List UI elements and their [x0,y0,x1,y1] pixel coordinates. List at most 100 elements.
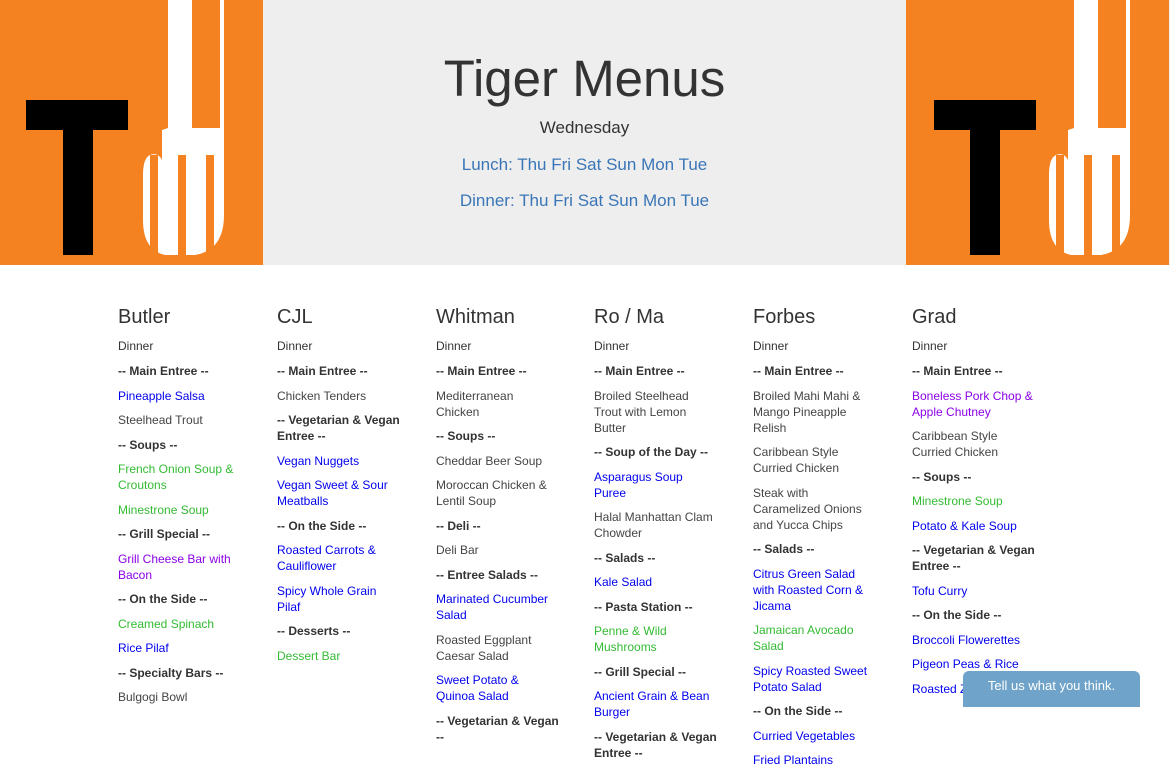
menu-item[interactable]: Rice Pilaf [118,640,241,656]
lunch-link-mon[interactable]: Mon [641,155,674,174]
meal-label: Dinner [753,339,789,353]
menu-section-heading: -- Vegetarian & Vegan Entree -- [594,729,717,760]
meal-label: Dinner [594,339,630,353]
menu-item[interactable]: Pineapple Salsa [118,388,241,404]
menu-section-heading: -- On the Side -- [753,704,843,718]
meal-label: Dinner [277,339,313,353]
meal-label: Dinner [436,339,472,353]
menu-item: Steelhead Trout [118,413,203,427]
lunch-link-sun[interactable]: Sun [606,155,636,174]
menu-section-heading: -- Specialty Bars -- [118,665,224,680]
menu-section-heading: -- Main Entree -- [277,364,368,378]
menu-section-heading: -- Salads -- [594,550,656,565]
lunch-link-thu[interactable]: Thu [517,155,546,174]
menu-item[interactable]: Kale Salad [594,574,717,590]
feedback-button[interactable]: Tell us what you think. [963,671,1140,707]
dinner-link-thu[interactable]: Thu [519,191,548,210]
menu-item[interactable]: Minestrone Soup [912,493,1035,509]
hall-column: Ro / Ma Dinner -- Main Entree -- Broiled St… [594,305,717,769]
hall-name: CJL [277,306,313,328]
dinner-link-sun[interactable]: Sun [608,191,638,210]
menu-item[interactable]: French Onion Soup & Croutons [118,461,241,493]
menu-section-heading: -- On the Side -- [277,518,367,533]
menu-item[interactable]: Spicy Whole Grain Pilaf [277,583,400,615]
menu-section-heading: -- Main Entree -- [118,364,209,378]
menu-item: Steak with Caramelized Onions and Yucca … [753,485,862,532]
menu-item[interactable]: Grill Cheese Bar with Bacon [118,551,241,583]
dinner-link-mon[interactable]: Mon [643,191,676,210]
menu-item[interactable]: Boneless Pork Chop & Apple Chutney [912,388,1035,420]
hall-name: Ro / Ma [594,306,665,328]
menu-item[interactable]: Pigeon Peas & Rice [912,656,1035,672]
menu-item[interactable]: Roasted Carrots & Cauliflower [277,542,400,574]
dinner-link-sat[interactable]: Sat [578,191,604,210]
hall-name: Butler [118,306,171,328]
menu-item: Caribbean Style Curried Chicken [753,445,840,475]
menu-item: Bulgogi Bowl [118,690,188,704]
hall-name: Forbes [753,306,816,328]
menu-item[interactable]: Vegan Sweet & Sour Meatballs [277,477,400,509]
hall-name: Whitman [436,306,515,328]
menu-section-heading: -- Vegetarian & Vegan -- [436,713,559,744]
menu-item: Deli Bar [436,543,479,557]
menu-item[interactable]: Jamaican Avocado Salad [753,622,876,654]
menu-item: Broiled Steelhead Trout with Lemon Butte… [594,388,689,435]
menu-section-heading: -- Desserts -- [277,624,351,638]
hall-column: CJL Dinner -- Main Entree -- Chicken Tender… [277,305,400,672]
menu-item[interactable]: Citrus Green Salad with Roasted Corn & J… [753,566,876,614]
dinner-label: Dinner: [459,191,515,210]
meal-label: Dinner [912,339,948,353]
dinner-link-tue[interactable]: Tue [680,191,709,210]
lunch-day-links: Lunch: Thu Fri Sat Sun Mon Tue [263,155,906,175]
lunch-link-sat[interactable]: Sat [576,155,602,174]
lunch-link-tue[interactable]: Tue [679,155,708,174]
menu-item[interactable]: Marinated Cucumber Salad [436,591,559,623]
dinner-day-links: Dinner: Thu Fri Sat Sun Mon Tue [263,191,906,211]
menu-item[interactable]: Minestrone Soup [118,502,241,518]
menu-item[interactable]: Dessert Bar [277,648,400,664]
menu-section-heading: -- Main Entree -- [436,364,527,378]
lunch-link-fri[interactable]: Fri [551,155,571,174]
menu-item[interactable]: Vegan Nuggets [277,453,400,469]
menu-section-heading: -- Deli -- [436,518,481,533]
menu-item[interactable]: Asparagus Soup Puree [594,469,717,501]
page-title: Tiger Menus [443,50,726,107]
dinner-link-fri[interactable]: Fri [553,191,573,210]
header: Tiger Menus Wednesday Lunch: Thu Fri Sat… [0,0,1170,265]
hall-column: Butler Dinner -- Main Entree -- Pineapple S… [118,305,241,714]
hall-column: Grad Dinner -- Main Entree -- Boneless Pork… [912,305,1035,705]
menu-section-heading: -- Soups -- [436,429,496,443]
menu-section-heading: -- Pasta Station -- [594,599,693,614]
menu-item: Moroccan Chicken & Lentil Soup [436,478,547,508]
menu-section-heading: -- Grill Special -- [118,527,211,541]
menu-item[interactable]: Tofu Curry [912,583,1035,599]
menu-item[interactable]: Ancient Grain & Bean Burger [594,688,717,720]
current-day: Wednesday [539,118,630,137]
menu-item[interactable]: Fried Plantains [753,752,876,768]
menu-item: Halal Manhattan Clam Chowder [594,510,713,540]
tiger-menus-fork-logo-icon [906,0,1169,265]
menu-item[interactable]: Broccoli Flowerettes [912,632,1035,648]
menu-item: Cheddar Beer Soup [436,453,543,468]
menu-section-heading: -- Vegetarian & Vegan Entree -- [912,543,1035,573]
menu-item[interactable]: Creamed Spinach [118,616,241,632]
menu-section-heading: -- Main Entree -- [594,364,685,378]
menu-item[interactable]: Sweet Potato & Quinoa Salad [436,672,559,704]
hall-column: Whitman Dinner -- Main Entree -- Mediterran… [436,305,559,753]
menu-item[interactable]: Penne & Wild Mushrooms [594,623,717,655]
hall-name: Grad [912,306,957,328]
menu-item: Mediterranean Chicken [436,388,514,419]
lunch-label: Lunch: [461,155,513,174]
menu-section-heading: -- On the Side -- [912,608,1002,622]
menu-item[interactable]: Potato & Kale Soup [912,518,1035,534]
menu-section-heading: -- Soups -- [118,437,178,452]
menu-section-heading: -- Main Entree -- [912,364,1003,378]
menu-item: Chicken Tenders [277,388,367,403]
menu-section-heading: -- Salads -- [753,542,815,556]
meal-label: Dinner [118,339,154,353]
tiger-menus-fork-logo-icon [0,0,263,265]
menu-item[interactable]: Spicy Roasted Sweet Potato Salad [753,663,876,695]
menu-section-heading: -- Vegetarian & Vegan Entree -- [277,413,400,443]
menu-item: Caribbean Style Curried Chicken [912,429,999,459]
menu-item[interactable]: Curried Vegetables [753,728,876,744]
